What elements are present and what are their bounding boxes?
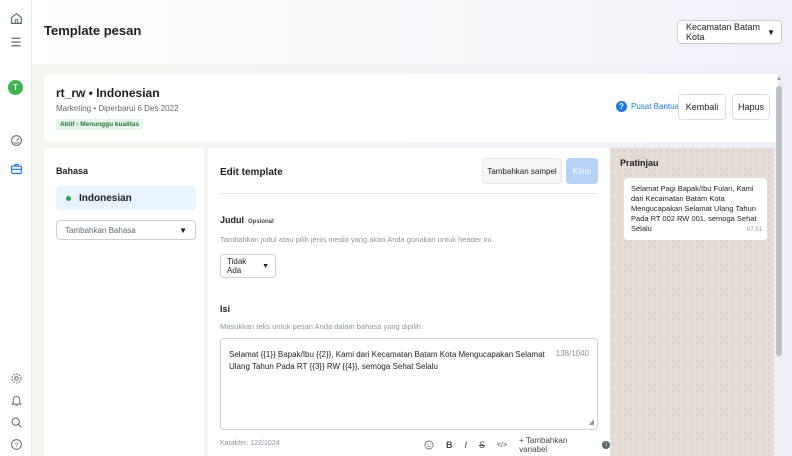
- menu-icon[interactable]: [8, 34, 24, 50]
- svg-text:?: ?: [14, 441, 18, 448]
- resize-handle-icon[interactable]: ◢: [589, 418, 594, 426]
- send-button[interactable]: Kirim: [566, 158, 598, 184]
- add-variable-button[interactable]: + Tambahkan variabel: [519, 436, 594, 454]
- scroll-up-arrow[interactable]: ▲: [776, 76, 782, 82]
- scrollbar-thumb[interactable]: [776, 86, 782, 356]
- preview-message-time: 07.51: [746, 227, 762, 233]
- page-header: Template pesan Kecamatan Batam Kota ▼: [32, 0, 792, 64]
- preview-message-bubble: Selamat Pagi Bapak/Ibu Fulan, Kami dari …: [624, 178, 767, 240]
- header-media-select[interactable]: Tidak Ada ▼: [220, 254, 276, 278]
- back-button[interactable]: Kembali: [678, 94, 726, 120]
- character-count: Karakter: 122/1024: [220, 440, 280, 447]
- caret-down-icon: ▼: [767, 27, 775, 37]
- title-field-description: Tambahkan judul atau pilih jenis media y…: [220, 235, 494, 244]
- optional-tag: Opsional: [248, 219, 274, 225]
- add-sample-button[interactable]: Tambahkan sampel: [482, 158, 562, 184]
- body-field-label: Isi: [220, 304, 231, 314]
- language-panel: Bahasa Indonesian Tambahkan Bahasa ▼: [44, 148, 204, 456]
- preview-heading: Pratinjau: [620, 158, 659, 168]
- active-dot-icon: [66, 195, 71, 201]
- edit-template-panel: Edit template Tambahkan sampel Kirim Jud…: [208, 148, 610, 456]
- help-center-label: Pusat Bantuan: [631, 102, 684, 111]
- emoji-icon[interactable]: [424, 440, 434, 450]
- template-info-card: rt_rw • Indonesian Marketing • Diperbaru…: [44, 74, 778, 142]
- add-language-select[interactable]: Tambahkan Bahasa ▼: [56, 220, 196, 240]
- template-meta: Marketing • Diperbarui 6 Des 2022: [56, 104, 179, 113]
- main-area: Template pesan Kecamatan Batam Kota ▼ rt…: [32, 0, 792, 456]
- info-icon[interactable]: i: [602, 441, 610, 449]
- bell-icon[interactable]: [8, 392, 24, 408]
- home-icon[interactable]: [8, 10, 24, 26]
- page-title: Template pesan: [44, 23, 142, 38]
- template-name: rt_rw • Indonesian: [56, 86, 160, 100]
- format-toolbar: B I S </> + Tambahkan variabel i: [424, 436, 610, 454]
- header-media-value: Tidak Ada: [227, 257, 247, 275]
- region-selector[interactable]: Kecamatan Batam Kota ▼: [677, 20, 782, 44]
- help-center-link[interactable]: ? Pusat Bantuan: [616, 101, 683, 112]
- title-field-label-text: Judul: [220, 215, 244, 225]
- help-icon[interactable]: ?: [8, 436, 24, 452]
- preview-message-text: Selamat Pagi Bapak/Ibu Fulan, Kami dari …: [631, 184, 757, 233]
- body-field-description: Masukkan teks untuk pesan Anda dalam bah…: [220, 322, 424, 331]
- body-textarea[interactable]: Selamat {{1}} Bapak/Ibu {{2}}, Kami dari…: [220, 338, 598, 430]
- italic-button[interactable]: I: [465, 440, 468, 450]
- strikethrough-button[interactable]: S: [479, 440, 485, 450]
- body-char-count: 138/1040: [555, 349, 589, 358]
- region-selector-label: Kecamatan Batam Kota: [686, 22, 761, 42]
- divider: [220, 193, 598, 194]
- briefcase-icon[interactable]: [8, 160, 24, 176]
- language-heading: Bahasa: [56, 166, 89, 176]
- question-icon: ?: [616, 101, 627, 112]
- caret-down-icon: ▼: [179, 225, 187, 235]
- bold-button[interactable]: B: [446, 440, 453, 450]
- add-language-label: Tambahkan Bahasa: [65, 225, 136, 235]
- avatar[interactable]: T: [8, 80, 23, 95]
- title-field-label: Judul Opsional: [220, 215, 274, 225]
- body-text-value: Selamat {{1}} Bapak/Ibu {{2}}, Kami dari…: [229, 350, 545, 371]
- preview-panel: Pratinjau Selamat Pagi Bapak/Ibu Fulan, …: [610, 148, 774, 456]
- code-button[interactable]: </>: [497, 442, 507, 449]
- delete-button[interactable]: Hapus: [732, 94, 770, 120]
- speedometer-icon[interactable]: [8, 132, 24, 148]
- settings-icon[interactable]: [8, 370, 24, 386]
- language-item-indonesian[interactable]: Indonesian: [56, 186, 196, 210]
- left-nav-rail: T ?: [0, 0, 32, 456]
- status-badge: Aktif - Menunggu kualitas: [56, 119, 144, 130]
- edit-template-heading: Edit template: [220, 167, 283, 178]
- search-icon[interactable]: [8, 414, 24, 430]
- language-item-label: Indonesian: [79, 192, 132, 204]
- caret-down-icon: ▼: [262, 262, 269, 270]
